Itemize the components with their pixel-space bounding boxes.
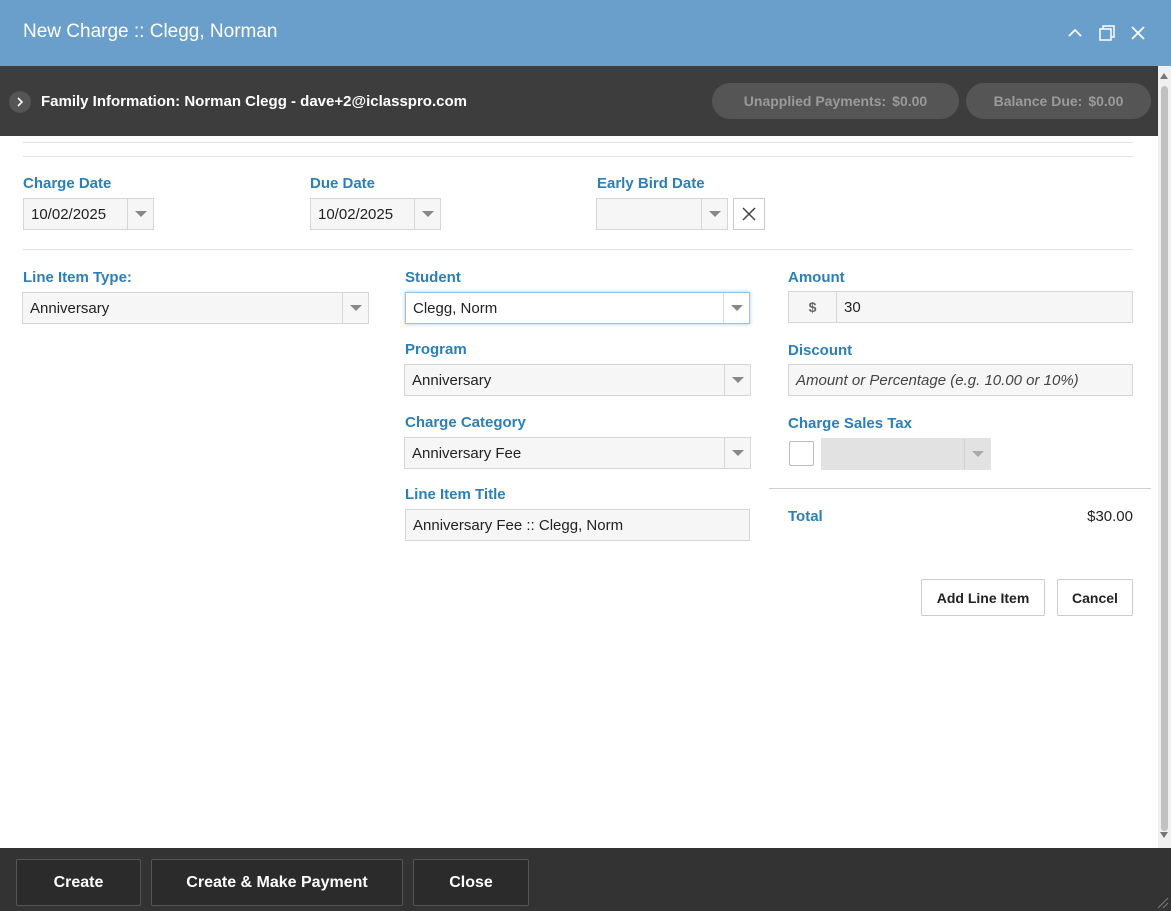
line-item-title-value: Anniversary Fee :: Clegg, Norm: [413, 516, 624, 534]
line-item-title-input[interactable]: Anniversary Fee :: Clegg, Norm: [405, 509, 750, 541]
due-date-label: Due Date: [310, 175, 376, 192]
close-button[interactable]: Close: [413, 859, 529, 906]
total-label: Total: [788, 508, 823, 525]
due-date-picker[interactable]: 10/02/2025: [310, 198, 441, 230]
charge-category-value: Anniversary Fee: [412, 444, 522, 462]
unapplied-payments-badge[interactable]: Unapplied Payments: $0.00: [712, 83, 959, 119]
chevron-down-icon[interactable]: [723, 293, 749, 323]
balance-due-label: Balance Due:: [993, 93, 1083, 109]
charge-date-value: 10/02/2025: [31, 205, 107, 223]
charge-category-label: Charge Category: [405, 414, 526, 431]
window-title: New Charge :: Clegg, Norman: [23, 21, 278, 42]
chevron-down-icon[interactable]: [701, 199, 727, 229]
cancel-button[interactable]: Cancel: [1057, 579, 1133, 616]
line-item-type-value: Anniversary: [30, 299, 110, 317]
scrollbar-thumb[interactable]: [1161, 86, 1168, 831]
student-label: Student: [405, 269, 461, 286]
program-select[interactable]: Anniversary: [404, 364, 751, 396]
charge-date-label: Charge Date: [23, 175, 112, 192]
chevron-down-icon[interactable]: [127, 199, 153, 229]
charge-date-picker[interactable]: 10/02/2025: [23, 198, 154, 230]
expand-chevron-icon[interactable]: [9, 91, 31, 113]
divider: [23, 142, 1133, 143]
window-title-bar: New Charge :: Clegg, Norman: [0, 0, 1171, 66]
charge-category-select[interactable]: Anniversary Fee: [404, 437, 751, 469]
early-bird-date-label: Early Bird Date: [597, 175, 705, 192]
amount-value: 30: [844, 298, 861, 316]
add-line-item-button[interactable]: Add Line Item: [921, 579, 1045, 616]
scroll-down-arrow-icon[interactable]: [1160, 832, 1168, 838]
student-select[interactable]: Clegg, Norm: [405, 292, 750, 324]
family-info-label[interactable]: Family Information: Norman Clegg - dave+…: [41, 93, 467, 110]
charge-sales-tax-label: Charge Sales Tax: [788, 415, 912, 432]
chevron-down-icon[interactable]: [414, 199, 440, 229]
sales-tax-select[interactable]: [821, 438, 991, 470]
create-button[interactable]: Create: [16, 859, 141, 906]
chevron-down-icon[interactable]: [342, 293, 368, 323]
due-date-value: 10/02/2025: [318, 205, 394, 223]
amount-input[interactable]: $ 30: [788, 291, 1133, 323]
discount-input[interactable]: Amount or Percentage (e.g. 10.00 or 10%): [788, 364, 1133, 396]
maximize-icon[interactable]: [1096, 22, 1118, 44]
balance-due-value: $0.00: [1088, 93, 1124, 109]
unapplied-payments-label: Unapplied Payments:: [743, 93, 887, 109]
close-icon: [742, 207, 756, 221]
clear-early-bird-button[interactable]: [733, 198, 765, 230]
line-item-title-label: Line Item Title: [405, 486, 506, 503]
chevron-down-icon[interactable]: [724, 438, 750, 468]
create-and-make-payment-button[interactable]: Create & Make Payment: [151, 859, 403, 906]
footer-bar: Create Create & Make Payment Close: [0, 848, 1171, 911]
discount-label: Discount: [788, 342, 853, 359]
balance-due-badge[interactable]: Balance Due: $0.00: [966, 83, 1151, 119]
chevron-down-icon[interactable]: [724, 365, 750, 395]
line-item-type-label: Line Item Type:: [23, 269, 132, 286]
program-value: Anniversary: [412, 371, 492, 389]
close-icon[interactable]: [1127, 22, 1149, 44]
discount-placeholder: Amount or Percentage (e.g. 10.00 or 10%): [796, 371, 1079, 389]
amount-label: Amount: [788, 269, 845, 286]
divider: [23, 249, 1133, 250]
vertical-scrollbar[interactable]: [1158, 66, 1171, 848]
scroll-up-arrow-icon[interactable]: [1160, 73, 1168, 79]
student-value: Clegg, Norm: [413, 299, 498, 317]
sales-tax-checkbox[interactable]: [789, 441, 814, 466]
currency-symbol: $: [789, 292, 837, 322]
resize-grip-icon[interactable]: [1155, 895, 1169, 909]
chevron-up-icon[interactable]: [1064, 22, 1086, 44]
unapplied-payments-value: $0.00: [892, 93, 928, 109]
line-item-type-select[interactable]: Anniversary: [22, 292, 369, 324]
program-label: Program: [405, 341, 467, 358]
chevron-down-icon[interactable]: [964, 439, 990, 469]
divider: [23, 156, 1133, 157]
early-bird-date-picker[interactable]: [596, 198, 728, 230]
family-info-bar: Family Information: Norman Clegg - dave+…: [0, 66, 1158, 136]
divider: [769, 488, 1151, 489]
total-value: $30.00: [1087, 508, 1133, 525]
